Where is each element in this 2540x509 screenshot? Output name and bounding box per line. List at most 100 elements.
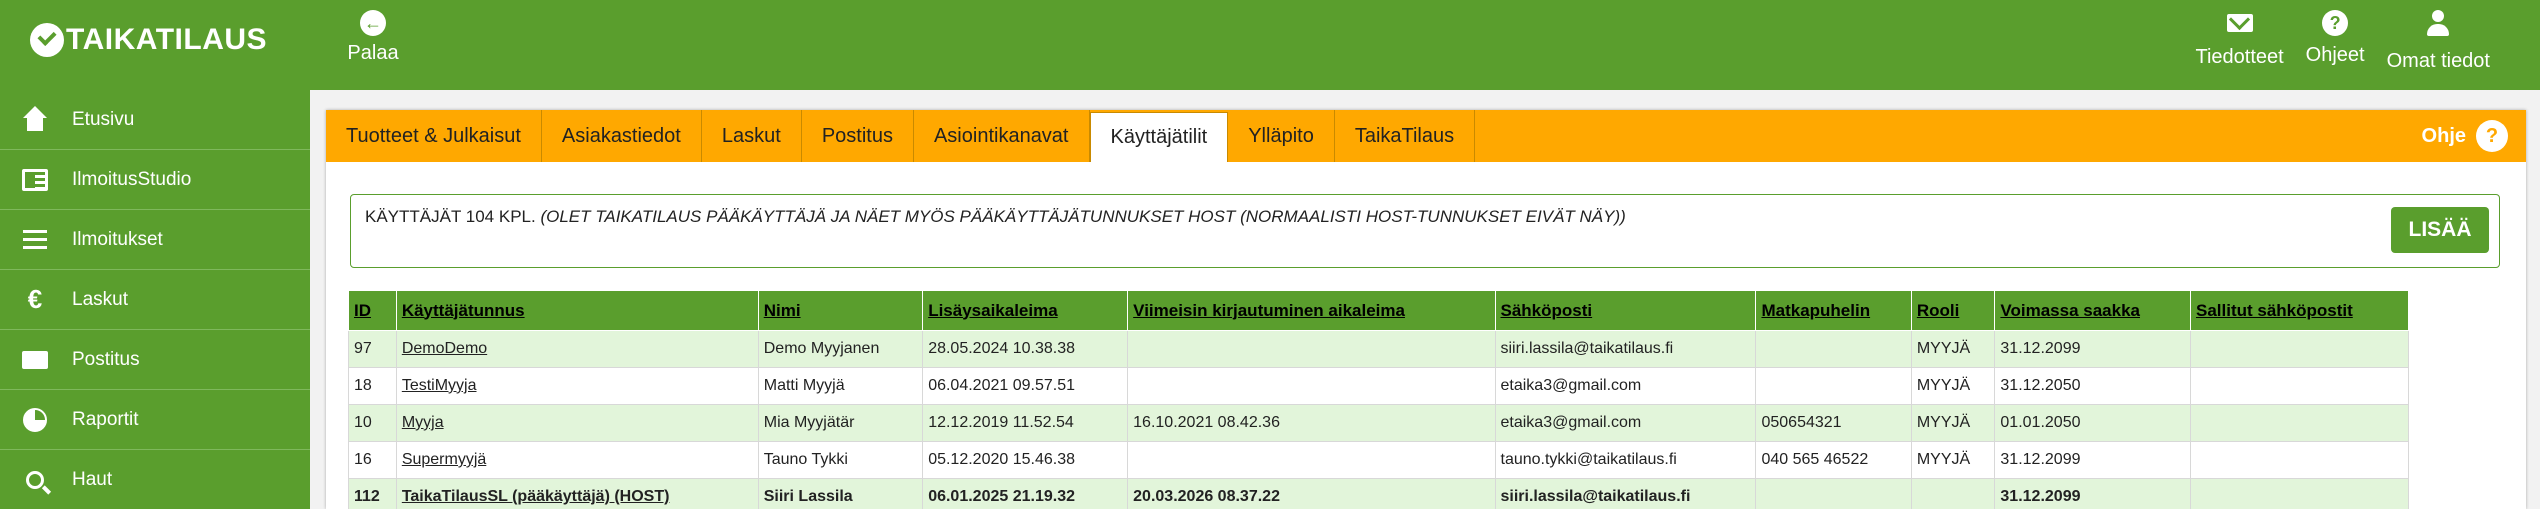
cell-email: tauno.tykki@taikatilaus.fi [1494,441,1757,479]
main-panel: Tuotteet & Julkaisut Asiakastiedot Lasku… [326,110,2526,509]
cell-last-login: 20.03.2026 08.37.22 [1127,478,1496,509]
tab-bar: Tuotteet & Julkaisut Asiakastiedot Lasku… [326,110,2526,162]
cell-id: 97 [348,330,397,368]
sidebar: Etusivu IlmoitusStudio Ilmoitukset € Las… [0,90,310,509]
cell-name: Siiri Lassila [757,478,924,509]
host-note: (OLET TAIKATILAUS PÄÄKÄYTTÄJÄ JA NÄET MY… [540,207,1626,226]
cell-role: MYYJÄ [1910,330,1996,368]
column-header-id[interactable]: ID [348,290,397,331]
cell-allowed-emails [2189,478,2410,509]
cell-name: Mia Myyjätär [757,404,924,442]
cell-created: 06.04.2021 09.57.51 [922,367,1129,405]
my-info-label: Omat tiedot [2386,50,2490,72]
cell-valid-until: 31.12.2099 [1994,330,2191,368]
cell-name: Tauno Tykki [757,441,924,479]
cell-valid-until: 01.01.2050 [1994,404,2191,442]
news-button[interactable]: Tiedotteet [2195,10,2284,73]
table-row[interactable]: 97 DemoDemo Demo Myyjanen 28.05.2024 10.… [348,330,2410,368]
cell-created: 28.05.2024 10.38.38 [922,330,1129,368]
sidebar-item-label: Ilmoitukset [72,228,163,250]
column-header-email[interactable]: Sähköposti [1494,290,1757,331]
sidebar-item-ilmoitukset[interactable]: Ilmoitukset [0,210,310,270]
column-header-role[interactable]: Rooli [1910,290,1996,331]
question-icon: ? [2476,120,2508,152]
cell-username-link[interactable]: Supermyyjä [395,441,759,479]
cell-username-link[interactable]: Myyja [395,404,759,442]
info-text: KÄYTTÄJÄT 104 KPL. (OLET TAIKATILAUS PÄÄ… [365,207,1626,227]
arrow-left-icon: ← [360,10,386,36]
cell-username-link[interactable]: TestiMyyja [395,367,759,405]
cell-allowed-emails [2189,330,2410,368]
cell-id: 16 [348,441,397,479]
sidebar-item-label: Haut [72,468,113,490]
sidebar-item-postitus[interactable]: Postitus [0,330,310,390]
tab-yllapito[interactable]: Ylläpito [1228,110,1335,162]
cell-last-login [1127,441,1496,479]
tab-asiointikanavat[interactable]: Asiointikanavat [914,110,1090,162]
my-info-button[interactable]: Omat tiedot [2387,10,2490,73]
sidebar-item-label: Laskut [72,288,128,310]
info-box: KÄYTTÄJÄT 104 KPL. (OLET TAIKATILAUS PÄÄ… [350,194,2500,268]
tab-laskut[interactable]: Laskut [702,110,802,162]
tab-kayttajatilit[interactable]: Käyttäjätilit [1089,112,1229,162]
back-label: Palaa [347,42,399,64]
tab-asiakastiedot[interactable]: Asiakastiedot [542,110,702,162]
cell-email: siiri.lassila@taikatilaus.fi [1494,330,1757,368]
cell-mobile [1755,330,1912,368]
table-row-host[interactable]: 112 TaikaTilausSL (pääkäyttäjä) (HOST) S… [348,478,2410,509]
cell-id: 18 [348,367,397,405]
column-header-created[interactable]: Lisäysaikaleima [922,290,1129,331]
back-button[interactable]: ← Palaa [345,10,401,65]
cell-role [1910,478,1996,509]
help-guides-button[interactable]: ? Ohjeet [2306,10,2365,73]
cell-mobile: 040 565 46522 [1755,441,1912,479]
table-row[interactable]: 10 Myyja Mia Myyjätär 12.12.2019 11.52.5… [348,404,2410,442]
cell-created: 05.12.2020 15.46.38 [922,441,1129,479]
add-user-button[interactable]: LISÄÄ [2391,207,2489,253]
sidebar-item-label: Raportit [72,408,139,430]
cell-last-login: 16.10.2021 08.42.36 [1127,404,1496,442]
table-header-row: ID Käyttäjätunnus Nimi Lisäysaikaleima V… [348,290,2410,331]
table-row[interactable]: 16 Supermyyjä Tauno Tykki 05.12.2020 15.… [348,441,2410,479]
sidebar-item-laskut[interactable]: € Laskut [0,270,310,330]
cell-id: 10 [348,404,397,442]
sidebar-item-etusivu[interactable]: Etusivu [0,90,310,150]
cell-last-login [1127,367,1496,405]
sidebar-item-label: Etusivu [72,108,135,130]
pie-chart-icon [20,405,50,435]
sidebar-item-ilmoitusstudio[interactable]: IlmoitusStudio [0,150,310,210]
logo-check-icon [30,23,64,57]
column-header-allowed-emails[interactable]: Sallitut sähköpostit [2189,290,2410,331]
cell-email: etaika3@gmail.com [1494,367,1757,405]
column-header-username[interactable]: Käyttäjätunnus [395,290,759,331]
logo[interactable]: TAIKATILAUS [30,18,267,62]
cell-id: 112 [348,478,397,509]
help-label: Ohje [2421,124,2466,147]
column-header-last-login[interactable]: Viimeisin kirjautuminen aikaleima [1127,290,1496,331]
cell-email: etaika3@gmail.com [1494,404,1757,442]
envelope-icon [20,345,50,375]
euro-icon: € [27,284,43,314]
help-button[interactable]: Ohje ? [2422,120,2508,152]
cell-last-login [1127,330,1496,368]
cell-username-link[interactable]: DemoDemo [395,330,759,368]
list-icon [20,225,50,255]
sidebar-item-raportit[interactable]: Raportit [0,390,310,450]
search-icon [20,465,50,495]
tab-tuotteet-julkaisut[interactable]: Tuotteet & Julkaisut [326,110,542,162]
column-header-valid-until[interactable]: Voimassa saakka [1994,290,2191,331]
logo-text: TAIKATILAUS [66,23,268,56]
cell-allowed-emails [2189,404,2410,442]
sidebar-item-label: IlmoitusStudio [72,168,192,190]
cell-username-link[interactable]: TaikaTilausSL (pääkäyttäjä) (HOST) [395,478,759,509]
table-row[interactable]: 18 TestiMyyja Matti Myyjä 06.04.2021 09.… [348,367,2410,405]
cell-name: Demo Myyjanen [757,330,924,368]
column-header-name[interactable]: Nimi [757,290,924,331]
cell-created: 12.12.2019 11.52.54 [922,404,1129,442]
tab-taikatilaus[interactable]: TaikaTilaus [1335,110,1476,162]
sidebar-item-haut[interactable]: Haut [0,450,310,509]
cell-mobile: 050654321 [1755,404,1912,442]
column-header-mobile[interactable]: Matkapuhelin [1755,290,1912,331]
cell-valid-until: 31.12.2099 [1994,441,2191,479]
tab-postitus[interactable]: Postitus [802,110,914,162]
